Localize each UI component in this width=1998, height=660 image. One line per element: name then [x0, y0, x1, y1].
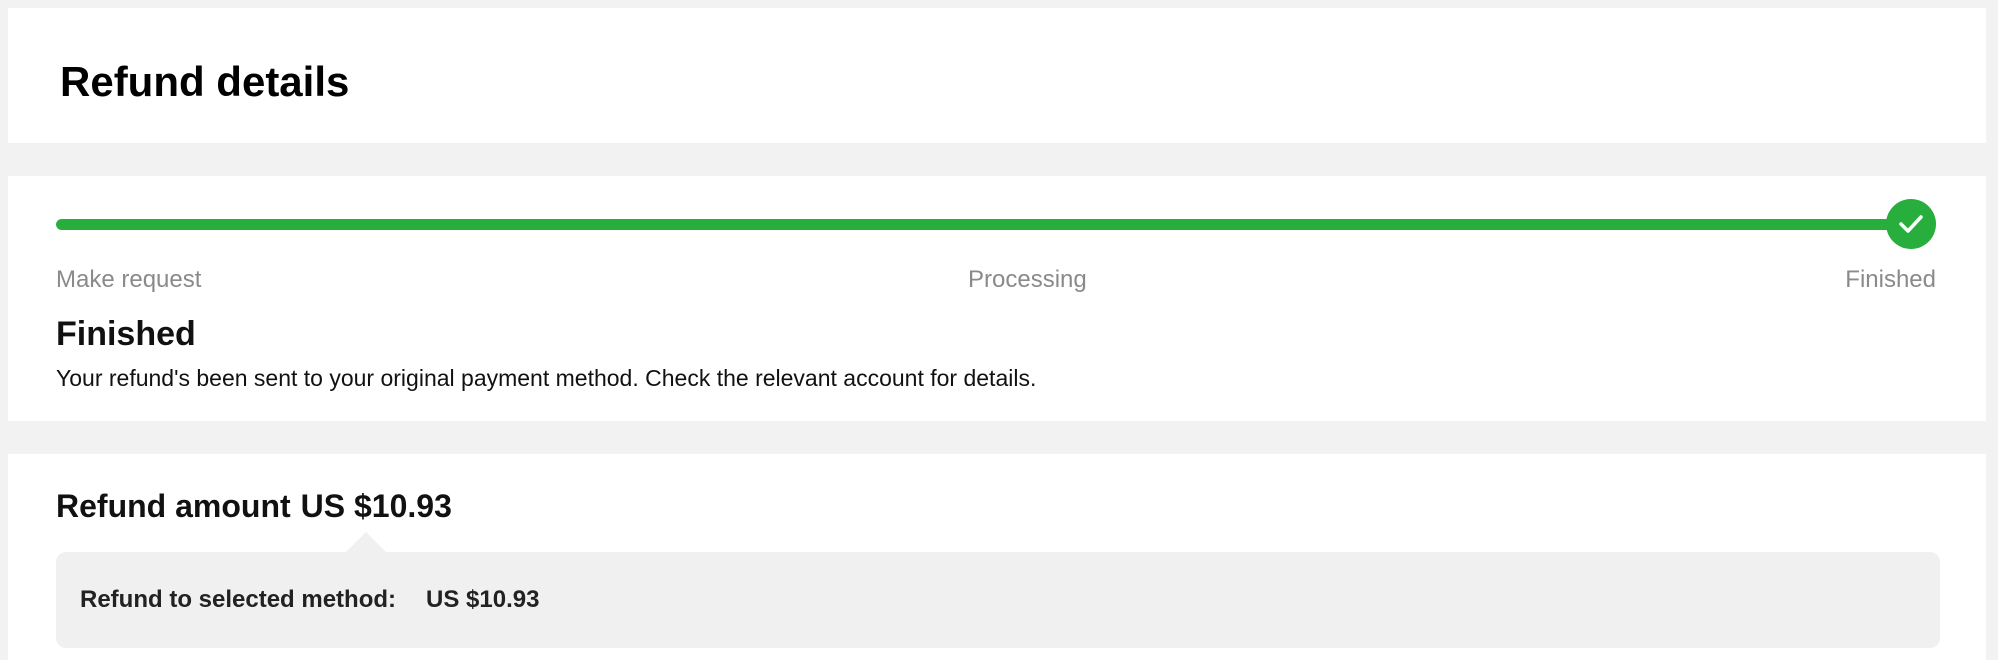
refund-method-value: US $10.93 — [426, 586, 540, 613]
progress-track — [56, 219, 1916, 230]
refund-amount-heading: Refund amount US $10.93 — [56, 484, 452, 528]
progress-fill — [56, 219, 1916, 230]
status-description: Your refund's been sent to your original… — [56, 365, 1037, 391]
step-label-finished: Finished — [1845, 266, 1936, 293]
refund-method-label: Refund to selected method: — [80, 586, 397, 613]
page-title: Refund details — [60, 58, 350, 105]
refund-amount-card: Refund amount US $10.93 Refund to selecte… — [8, 454, 1986, 660]
step-label-make-request: Make request — [56, 266, 202, 293]
check-icon — [1899, 215, 1923, 233]
step-label-processing: Processing — [968, 266, 1087, 293]
status-title: Finished — [56, 315, 196, 353]
refund-details-page: Refund details Make request Processing F… — [0, 0, 1998, 660]
header-card: Refund details — [8, 8, 1986, 143]
finished-step-marker — [1886, 199, 1936, 249]
refund-amount-label: Refund amount — [56, 488, 291, 524]
refund-method-box: Refund to selected method: US $10.93 — [56, 532, 1940, 648]
refund-method-row: Refund to selected method: US $10.93 — [80, 585, 539, 615]
refund-progress-card: Make request Processing Finished Finishe… — [8, 176, 1986, 421]
refund-amount-value: US $10.93 — [300, 488, 452, 524]
